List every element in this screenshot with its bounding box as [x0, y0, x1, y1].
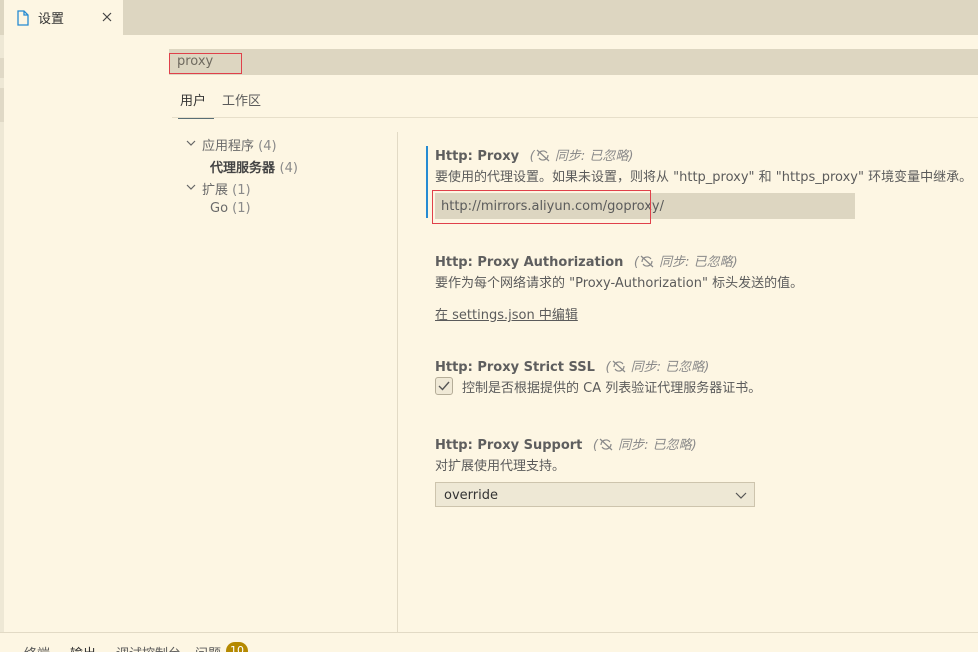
sync-text: 同步: 已忽略 — [659, 255, 733, 270]
toc-item-go[interactable]: Go (1) — [210, 201, 251, 216]
chevron-down-icon — [735, 492, 747, 499]
toc-label: 应用程序 — [202, 139, 255, 154]
setting-title-proxy-authorization: Http: Proxy Authorization ( 同步: 已忽略) — [435, 251, 738, 270]
sync-ignored-icon — [599, 438, 613, 451]
tab-workspace[interactable]: 工作区 — [222, 90, 261, 118]
toc-label: 扩展 — [202, 183, 229, 198]
setting-description: 要作为每个网络请求的 "Proxy-Authorization" 标头发送的值。 — [435, 276, 804, 291]
sync-ignored-icon — [640, 255, 654, 268]
sync-status: ( 同步: 已忽略) — [592, 438, 697, 453]
setting-title-proxy: Http: Proxy ( 同步: 已忽略) — [435, 145, 633, 164]
toc-item-application[interactable]: 应用程序 (4) — [202, 135, 277, 154]
select-value: override — [444, 488, 498, 503]
toc-label: 代理服务器 — [210, 161, 276, 176]
setting-category: Http: — [435, 255, 478, 270]
edit-in-settings-json-link[interactable]: 在 settings.json 中编辑 — [435, 304, 578, 323]
sync-status: ( 同步: 已忽略) — [633, 255, 738, 270]
setting-name: Proxy Strict SSL — [477, 360, 595, 375]
setting-category: Http: — [435, 149, 478, 164]
strip-marker — [0, 58, 4, 78]
strict-ssl-checkbox[interactable] — [435, 377, 453, 395]
settings-tab[interactable]: 设置 — [4, 0, 123, 35]
tab-user[interactable]: 用户 — [177, 90, 215, 119]
setting-description: 要使用的代理设置。如果未设置，则将从 "http_proxy" 和 "https… — [435, 170, 973, 185]
sync-text: 同步: 已忽略 — [630, 360, 705, 375]
file-icon — [16, 9, 30, 26]
setting-name: Proxy — [477, 149, 520, 164]
proxy-support-select[interactable]: override — [435, 482, 755, 507]
focused-setting-indicator — [426, 146, 428, 218]
toc-count: (1) — [232, 183, 251, 198]
input-highlight-box — [432, 190, 651, 224]
toc-count: (4) — [258, 139, 277, 154]
checkmark-icon — [438, 381, 450, 391]
activity-strip — [0, 0, 4, 651]
setting-title-proxy-support: Http: Proxy Support ( 同步: 已忽略) — [435, 434, 697, 453]
sync-status: ( 同步: 已忽略) — [605, 360, 710, 375]
bottom-panel: 终端 输出 调试控制台 问题 10 — [0, 632, 978, 652]
chevron-down-icon[interactable] — [185, 137, 197, 149]
toc-item-extensions[interactable]: 扩展 (1) — [202, 179, 251, 198]
setting-category: Http: — [435, 438, 478, 453]
chevron-down-icon[interactable] — [185, 181, 197, 193]
setting-title-proxy-strict-ssl: Http: Proxy Strict SSL ( 同步: 已忽略) — [435, 356, 709, 375]
toc-item-proxy[interactable]: 代理服务器 (4) — [210, 157, 298, 176]
close-icon[interactable] — [99, 9, 115, 25]
tab-label: 设置 — [38, 12, 65, 27]
settings-search-input[interactable]: proxy — [169, 49, 978, 75]
toc-count: (4) — [279, 161, 298, 176]
sync-text: 同步: 已忽略 — [618, 438, 692, 453]
toc-divider — [397, 132, 398, 632]
setting-category: Http: — [435, 360, 478, 375]
editor-tab-bar: 设置 — [0, 0, 978, 35]
setting-name: Proxy Support — [477, 438, 583, 453]
setting-description: 控制是否根据提供的 CA 列表验证代理服务器证书。 — [462, 381, 762, 396]
setting-description: 对扩展使用代理支持。 — [435, 459, 566, 474]
toc-label: Go — [210, 201, 229, 216]
setting-name: Proxy Authorization — [477, 255, 624, 270]
sync-ignored-icon — [612, 360, 625, 373]
sync-text: 同步: 已忽略 — [554, 149, 629, 164]
tabs-divider — [172, 117, 978, 118]
sync-status: ( 同步: 已忽略) — [529, 149, 634, 164]
strip-marker — [0, 88, 4, 122]
sync-ignored-icon — [536, 149, 550, 162]
toc-count: (1) — [232, 201, 251, 216]
search-highlight-box — [169, 53, 242, 74]
